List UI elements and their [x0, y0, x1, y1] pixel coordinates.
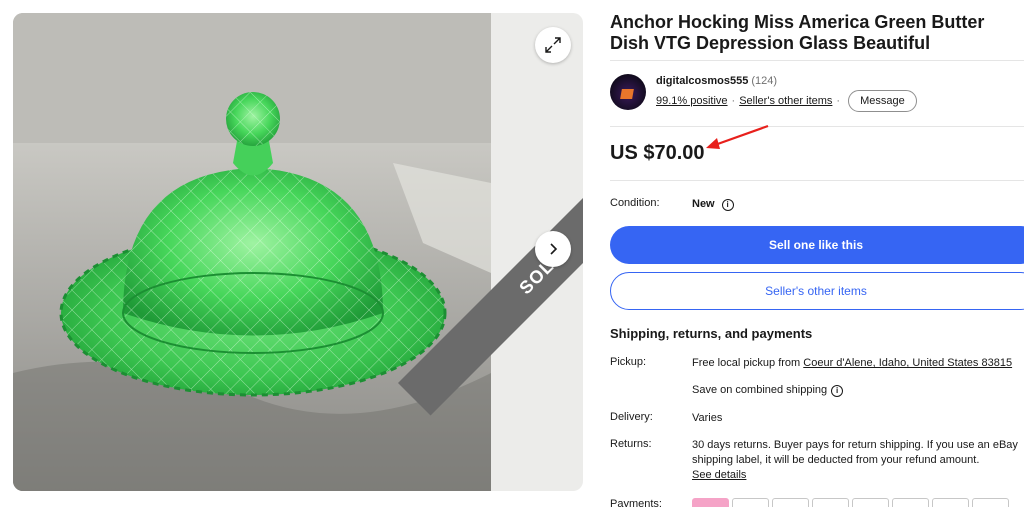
expand-image-button[interactable] — [535, 27, 571, 63]
next-image-button[interactable] — [535, 231, 571, 267]
seller-feedback-count: (124) — [751, 75, 778, 87]
expand-icon — [545, 37, 561, 53]
divider — [610, 126, 1024, 127]
info-icon[interactable]: i — [831, 384, 844, 397]
info-icon[interactable]: i — [721, 198, 734, 211]
condition-value: New — [692, 198, 715, 210]
sellers-other-items-button[interactable]: Seller's other items — [610, 272, 1024, 310]
seller-avatar[interactable] — [610, 74, 646, 110]
returns-text: 30 days returns. Buyer pays for return s… — [692, 439, 1018, 466]
listing-title: Anchor Hocking Miss America Green Butter… — [610, 12, 985, 53]
condition-value-wrap: New i — [692, 197, 1024, 212]
combined-shipping-row: Save on combined shipping i — [610, 383, 1024, 398]
listing-info: Anchor Hocking Miss America Green Butter… — [610, 0, 1024, 507]
seller-other-items-link[interactable]: Seller's other items — [739, 95, 832, 107]
visa-icon — [852, 498, 889, 507]
returns-row: Returns: 30 days returns. Buyer pays for… — [610, 438, 1024, 483]
product-photo[interactable] — [13, 13, 491, 491]
separator-dot: · — [836, 95, 841, 107]
butter-dish-illustration — [13, 13, 491, 491]
pickup-prefix: Free local pickup from — [692, 357, 804, 369]
applepay-icon — [772, 498, 809, 507]
seller-name-line: digitalcosmos555 (124) — [656, 75, 777, 87]
pickup-label: Pickup: — [610, 356, 647, 368]
condition-row: Condition: New i — [610, 197, 1024, 212]
venmo-icon — [812, 498, 849, 507]
diners-icon — [972, 498, 1009, 507]
seller-card: digitalcosmos555 (124) 99.1% positive · S… — [610, 74, 1024, 114]
discover-icon — [932, 498, 969, 507]
price: US $70.00 — [610, 142, 705, 164]
shipping-heading: Shipping, returns, and payments — [610, 326, 813, 341]
combined-shipping-text: Save on combined shipping — [692, 384, 828, 396]
image-gallery: SOLD — [13, 13, 583, 491]
message-button[interactable]: Message — [848, 90, 917, 112]
payment-icons — [692, 498, 1009, 507]
googlepay-icon — [732, 498, 769, 507]
pickup-location-link[interactable]: Coeur d'Alene, Idaho, United States 8381… — [803, 357, 1012, 369]
returns-label: Returns: — [610, 438, 652, 450]
sell-one-like-this-button[interactable]: Sell one like this — [610, 226, 1024, 264]
seller-links: 99.1% positive · Seller's other items · … — [656, 90, 917, 112]
see-details-link[interactable]: See details — [692, 469, 746, 481]
mastercard-icon — [892, 498, 929, 507]
combined-shipping: Save on combined shipping i — [692, 383, 1024, 398]
pickup-row: Pickup: Free local pickup from Coeur d'A… — [610, 356, 1024, 371]
condition-label: Condition: — [610, 197, 660, 209]
chevron-right-icon — [550, 243, 558, 255]
pickup-value: Free local pickup from Coeur d'Alene, Id… — [692, 356, 1024, 371]
seller-positive-link[interactable]: 99.1% positive — [656, 95, 728, 107]
delivery-label: Delivery: — [610, 411, 653, 423]
payments-label: Payments: — [610, 498, 662, 507]
delivery-row: Delivery: Varies — [610, 411, 1024, 426]
separator-dot: · — [731, 95, 736, 107]
returns-value: 30 days returns. Buyer pays for return s… — [692, 438, 1024, 483]
annotation-arrow-icon — [706, 124, 769, 149]
delivery-value: Varies — [692, 412, 723, 424]
divider — [610, 60, 1024, 61]
paypal-icon — [692, 498, 729, 507]
divider — [610, 180, 1024, 181]
payments-row: Payments: — [610, 498, 1009, 507]
seller-name[interactable]: digitalcosmos555 — [656, 75, 748, 87]
